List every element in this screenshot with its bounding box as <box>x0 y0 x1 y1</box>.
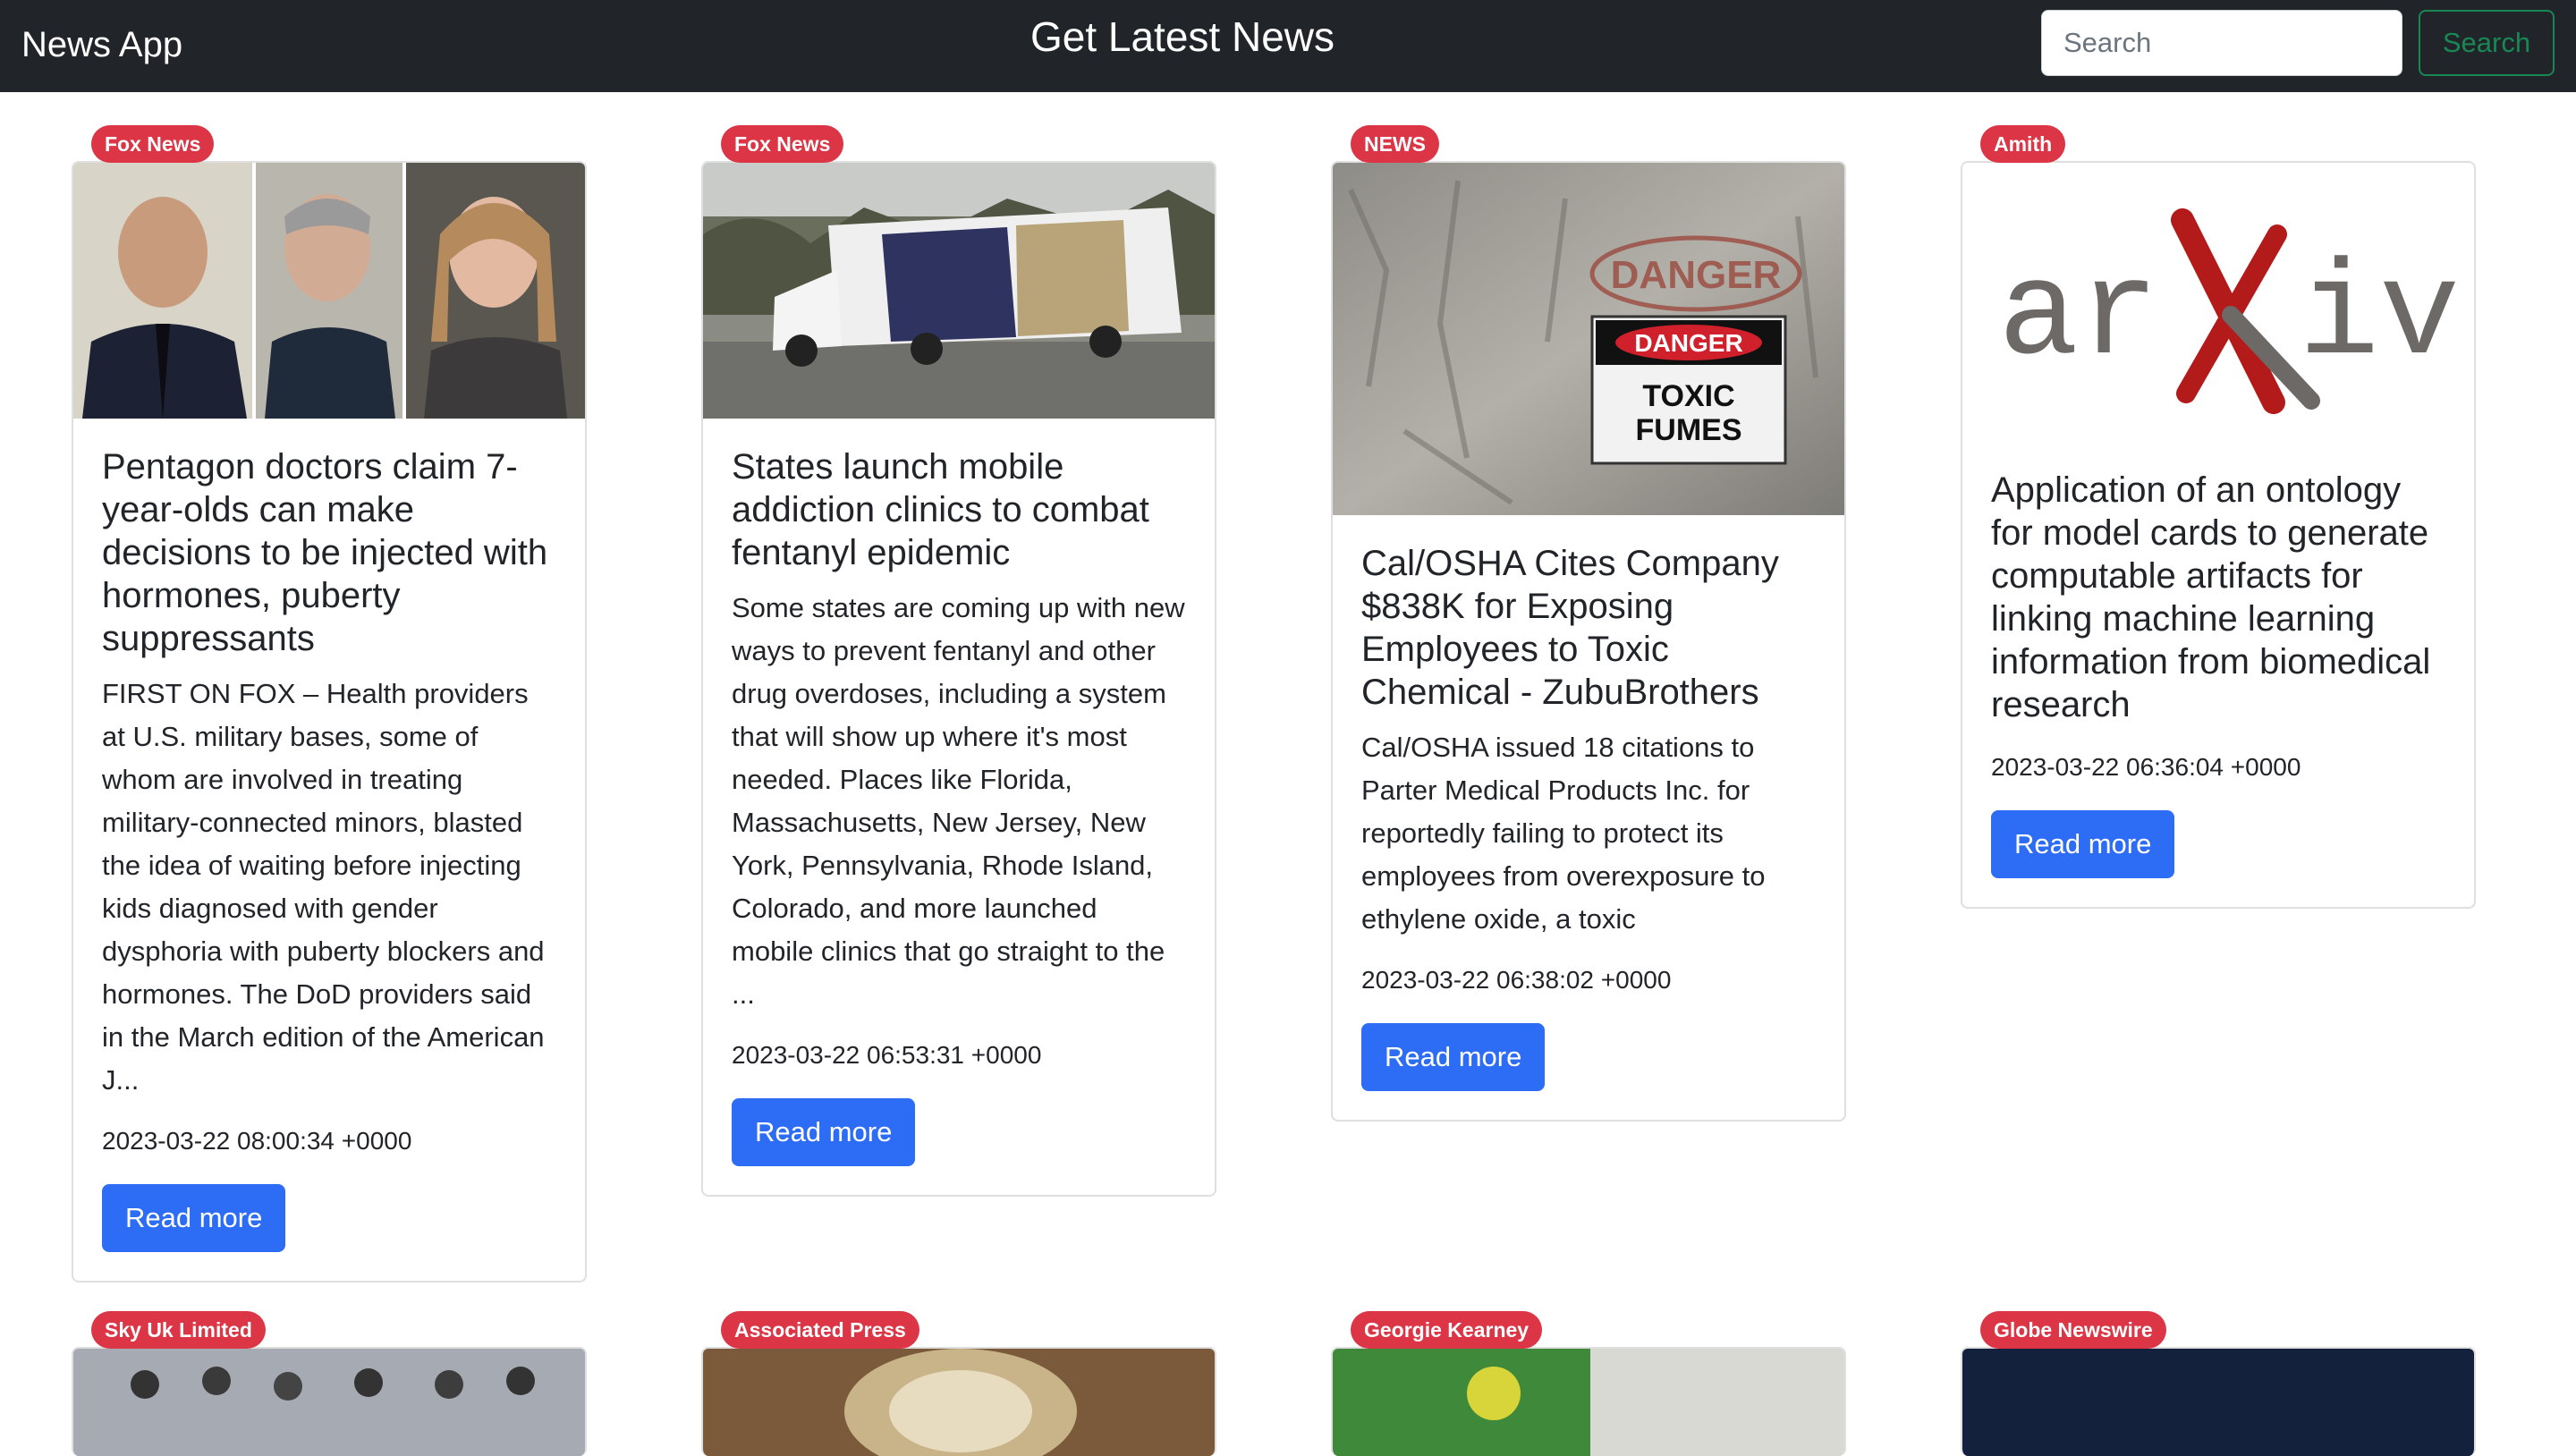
sign-danger-text: DANGER <box>1634 329 1742 357</box>
news-card: Fox News States launch mobile addiction … <box>701 125 1216 1197</box>
wall-danger-text: DANGER <box>1611 253 1782 297</box>
mobile-clinic-image <box>703 163 1215 419</box>
sign-line2-text: FUMES <box>1636 413 1742 447</box>
card-body: Pentagon doctors claim 7-year-olds can m… <box>73 419 585 1281</box>
news-card: NEWS DANGER DANGER TOXIC FUMES Cal/OSHA … <box>1331 125 1846 1122</box>
danger-sign-image: DANGER DANGER TOXIC FUMES <box>1333 163 1844 515</box>
card-title: Application of an ontology for model car… <box>1991 470 2431 724</box>
news-card: Georgie Kearney <box>1331 1311 1846 1456</box>
card-date: 2023-03-22 06:36:04 +0000 <box>1991 753 2301 781</box>
search-button[interactable]: Search <box>2419 10 2555 76</box>
source-badge: Globe Newswire <box>1980 1311 2166 1349</box>
card-body: States launch mobile addiction clinics t… <box>703 419 1215 1195</box>
card: ar iv Application of an ontology for mod… <box>1961 161 2476 909</box>
search-input[interactable] <box>2041 10 2402 76</box>
arxiv-logo: ar iv <box>1962 163 2474 442</box>
read-more-button[interactable]: Read more <box>1991 810 2175 878</box>
card-description: Cal/OSHA issued 18 citations to Parter M… <box>1361 732 1766 935</box>
card-title: Cal/OSHA Cites Company $838K for Exposin… <box>1361 544 1779 712</box>
card <box>1961 1347 2476 1456</box>
navbar: News App Get Latest News Search <box>0 0 2576 92</box>
card-body: Application of an ontology for model car… <box>1962 442 2474 907</box>
news-card: Fox News Pentagon doctors claim 7-year-o… <box>72 125 587 1282</box>
card-image: ar iv <box>1962 163 2474 442</box>
source-badge: Amith <box>1980 125 2066 163</box>
card-description: Some states are coming up with new ways … <box>732 592 1185 1010</box>
building-interior-image <box>703 1349 1215 1456</box>
card <box>701 1347 1216 1456</box>
card-image: DANGER DANGER TOXIC FUMES <box>1333 163 1844 515</box>
store-front-image <box>1333 1349 1844 1456</box>
card-image <box>703 163 1215 419</box>
card-image <box>1333 1349 1844 1456</box>
card: DANGER DANGER TOXIC FUMES Cal/OSHA Cites… <box>1331 161 1846 1122</box>
read-more-button[interactable]: Read more <box>732 1098 916 1166</box>
logo-right-text: iv <box>2299 241 2460 394</box>
source-badge: Georgie Kearney <box>1351 1311 1543 1349</box>
card-image <box>73 163 585 419</box>
news-card: Sky Uk Limited <box>72 1311 587 1456</box>
page-title: Get Latest News <box>1030 13 1335 60</box>
card <box>1331 1347 1846 1456</box>
portraits-image <box>73 163 585 419</box>
sign-line1-text: TOXIC <box>1642 379 1734 413</box>
card <box>72 1347 587 1456</box>
read-more-button[interactable]: Read more <box>102 1184 286 1252</box>
card-title: Pentagon doctors claim 7-year-olds can m… <box>102 447 548 658</box>
card-image <box>1962 1349 2474 1456</box>
source-badge: Sky Uk Limited <box>91 1311 266 1349</box>
news-card: Amith ar iv Application of an ontology f… <box>1961 125 2476 909</box>
card-body: Cal/OSHA Cites Company $838K for Exposin… <box>1333 515 1844 1120</box>
news-card: Associated Press <box>701 1311 1216 1456</box>
logo-left-text: ar <box>1998 241 2159 394</box>
card-date: 2023-03-22 08:00:34 +0000 <box>102 1127 412 1155</box>
source-badge: Fox News <box>721 125 844 163</box>
card-image <box>703 1349 1215 1456</box>
card-description: FIRST ON FOX – Health providers at U.S. … <box>102 678 545 1096</box>
card-date: 2023-03-22 06:53:31 +0000 <box>732 1041 1042 1069</box>
crowd-image <box>73 1349 585 1456</box>
read-more-button[interactable]: Read more <box>1361 1023 1546 1091</box>
card: Pentagon doctors claim 7-year-olds can m… <box>72 161 587 1282</box>
card-image <box>73 1349 585 1456</box>
card-title: States launch mobile addiction clinics t… <box>732 447 1149 572</box>
source-badge: Associated Press <box>721 1311 919 1349</box>
news-card: Globe Newswire <box>1961 1311 2476 1456</box>
card-date: 2023-03-22 06:38:02 +0000 <box>1361 966 1672 994</box>
source-badge: Fox News <box>91 125 215 163</box>
card: States launch mobile addiction clinics t… <box>701 161 1216 1197</box>
source-badge: NEWS <box>1351 125 1439 163</box>
